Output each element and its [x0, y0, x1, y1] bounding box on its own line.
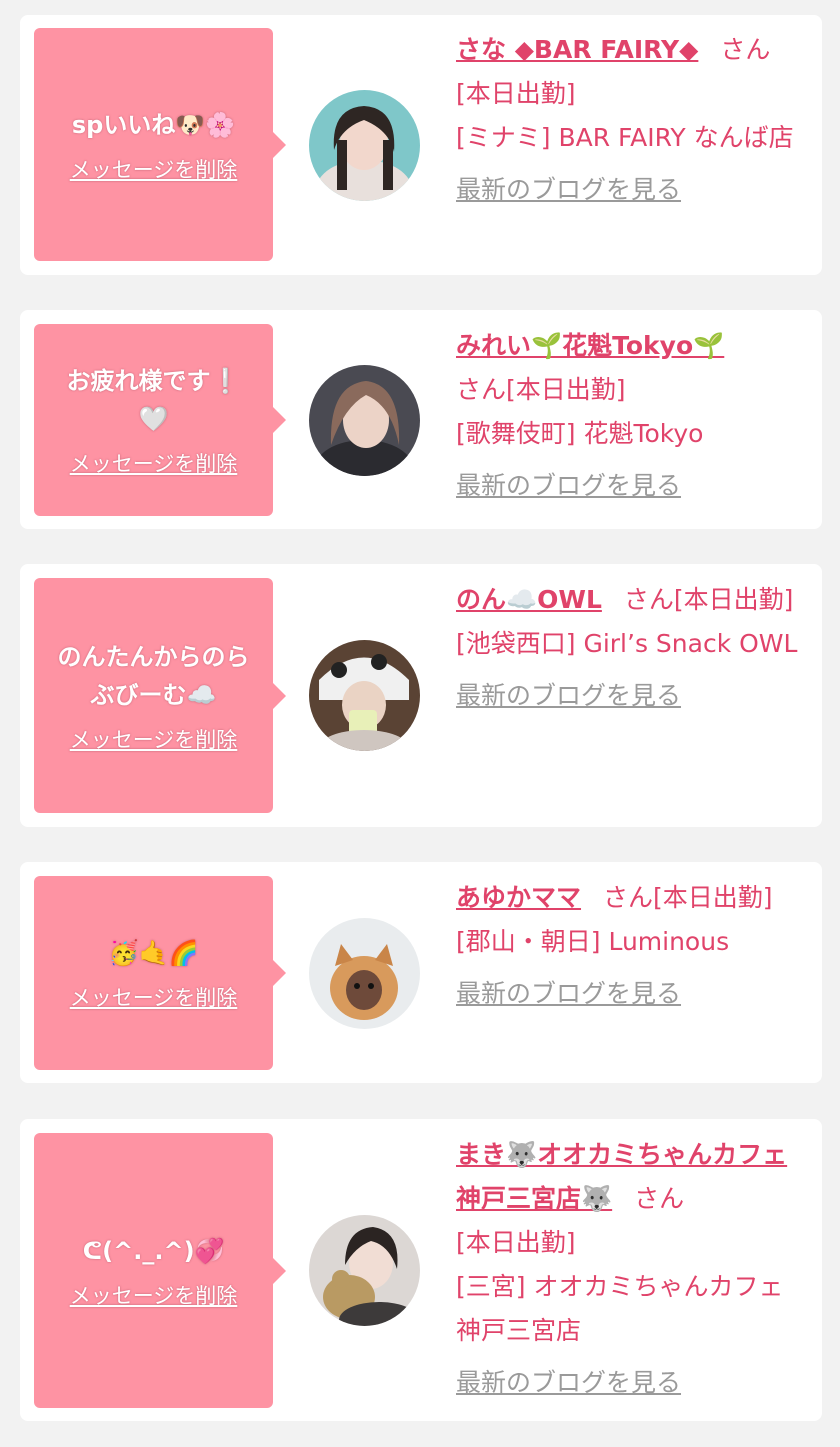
message-bubble: spいいね🐶🌸 メッセージを削除: [34, 28, 286, 261]
message-card: のんたんからのらぶびーむ☁️ メッセージを削除 のん☁️OWL さん[本日出勤] …: [20, 564, 822, 827]
work-status: [本日出勤]: [653, 883, 773, 912]
honorific: さん: [634, 1184, 685, 1213]
delete-message-link[interactable]: メッセージを削除: [70, 724, 238, 754]
message-bubble: 🥳🤙🌈 メッセージを削除: [34, 876, 286, 1070]
message-card: 🥳🤙🌈 メッセージを削除 あゆかママ さん[本日出勤] [郡山・朝日] Lumin…: [20, 862, 822, 1083]
avatar-photo-icon: [309, 1215, 420, 1326]
delete-message-link[interactable]: メッセージを削除: [70, 448, 238, 478]
message-card: お疲れ様です❕🤍 メッセージを削除 みれい🌱花魁Tokyo🌱 さん[本日出勤] …: [20, 310, 822, 529]
honorific: さん: [456, 375, 507, 404]
delete-message-link[interactable]: メッセージを削除: [70, 154, 238, 184]
work-status: [本日出勤]: [673, 585, 794, 614]
message-text: spいいね🐶🌸: [71, 110, 236, 139]
shop-name: [三宮] オオカミちゃんカフェ神戸三宮店: [456, 1272, 784, 1345]
cast-info: まき🐺オオカミちゃんカフェ神戸三宮店🐺 さん [本日出勤] [三宮] オオカミちゃ…: [456, 1133, 808, 1405]
cast-info: あゆかママ さん[本日出勤] [郡山・朝日] Luminous 最新のブログを見る: [456, 876, 808, 1016]
message-bubble: お疲れ様です❕🤍 メッセージを削除: [34, 324, 286, 516]
message-list: spいいね🐶🌸 メッセージを削除 さな ◆BAR FAIRY◆ さん [本日出勤]…: [0, 0, 840, 1447]
message-text: ᕦ(^._.^)💞: [82, 1236, 225, 1265]
latest-blog-link[interactable]: 最新のブログを見る: [456, 674, 681, 718]
message-card: spいいね🐶🌸 メッセージを削除 さな ◆BAR FAIRY◆ さん [本日出勤]…: [20, 15, 822, 275]
avatar[interactable]: [309, 90, 420, 201]
cast-name-link[interactable]: のん☁️OWL: [456, 585, 602, 614]
work-status: [本日出勤]: [456, 1228, 576, 1257]
cast-name-link[interactable]: まき🐺オオカミちゃんカフェ神戸三宮店🐺: [456, 1140, 787, 1213]
latest-blog-link[interactable]: 最新のブログを見る: [456, 972, 681, 1016]
message-bubble: のんたんからのらぶびーむ☁️ メッセージを削除: [34, 578, 286, 813]
latest-blog-link[interactable]: 最新のブログを見る: [456, 464, 681, 508]
avatar[interactable]: [309, 918, 420, 1029]
honorific: さん: [603, 883, 654, 912]
avatar[interactable]: [309, 1215, 420, 1326]
shop-name: [歌舞伎町] 花魁Tokyo: [456, 419, 704, 448]
message-text: お疲れ様です❕🤍: [66, 367, 241, 433]
shop-name: [池袋西口] Girl’s Snack OWL: [456, 629, 798, 658]
latest-blog-link[interactable]: 最新のブログを見る: [456, 168, 681, 212]
avatar-photo-icon: [309, 90, 420, 201]
delete-message-link[interactable]: メッセージを削除: [70, 982, 238, 1012]
work-status: [本日出勤]: [506, 375, 626, 404]
cast-name-link[interactable]: さな ◆BAR FAIRY◆: [456, 35, 698, 64]
avatar[interactable]: [309, 640, 420, 751]
avatar-photo-icon: [309, 640, 420, 751]
message-text: のんたんからのらぶびーむ☁️: [57, 642, 250, 709]
avatar-photo-icon: [309, 918, 420, 1029]
message-bubble: ᕦ(^._.^)💞 メッセージを削除: [34, 1133, 286, 1408]
cast-name-link[interactable]: みれい🌱花魁Tokyo🌱: [456, 331, 724, 360]
latest-blog-link[interactable]: 最新のブログを見る: [456, 1361, 681, 1405]
honorific: さん: [623, 585, 674, 614]
delete-message-link[interactable]: メッセージを削除: [70, 1280, 238, 1310]
message-card: ᕦ(^._.^)💞 メッセージを削除 まき🐺オオカミちゃんカフェ神戸三宮店🐺 さん…: [20, 1119, 822, 1421]
cast-info: みれい🌱花魁Tokyo🌱 さん[本日出勤] [歌舞伎町] 花魁Tokyo 最新の…: [456, 324, 808, 508]
honorific: さん: [720, 35, 771, 64]
cast-info: のん☁️OWL さん[本日出勤] [池袋西口] Girl’s Snack OWL …: [456, 578, 808, 718]
cast-name-link[interactable]: あゆかママ: [456, 883, 581, 912]
work-status: [本日出勤]: [456, 79, 576, 108]
avatar-photo-icon: [309, 365, 420, 476]
message-text: 🥳🤙🌈: [108, 939, 199, 967]
avatar[interactable]: [309, 365, 420, 476]
shop-name: [郡山・朝日] Luminous: [456, 927, 730, 956]
cast-info: さな ◆BAR FAIRY◆ さん [本日出勤] [ミナミ] BAR FAIRY …: [456, 28, 808, 212]
shop-name: [ミナミ] BAR FAIRY なんば店: [456, 123, 794, 152]
